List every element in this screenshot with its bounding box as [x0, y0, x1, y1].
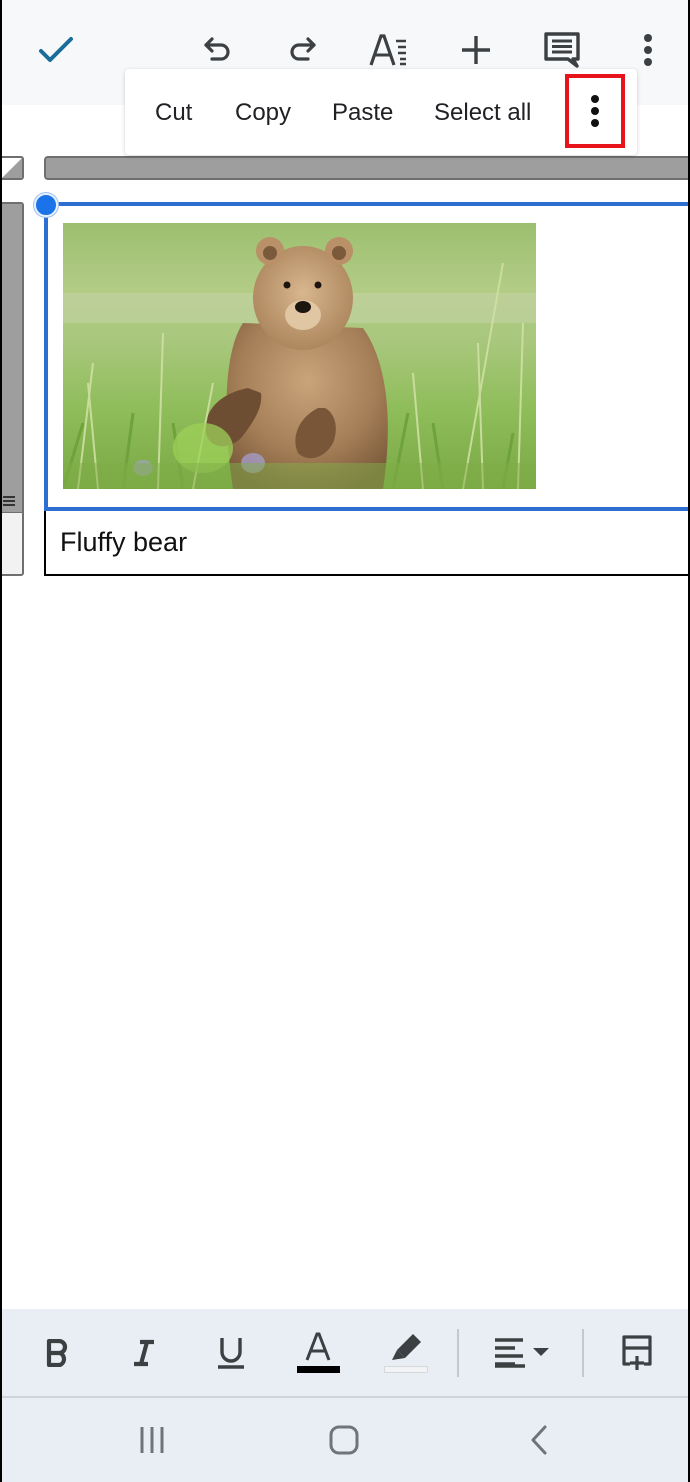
back-icon — [531, 1425, 547, 1455]
home-button[interactable] — [312, 1398, 376, 1482]
more-vert-icon — [644, 34, 652, 66]
more-options-button[interactable] — [630, 26, 666, 74]
text-color-icon — [305, 1332, 331, 1361]
align-dropdown-button[interactable] — [487, 1309, 557, 1396]
text-format-button[interactable] — [364, 26, 412, 74]
highlighter-icon — [392, 1334, 421, 1360]
bear-image[interactable] — [63, 223, 536, 489]
insert-table-row-button[interactable] — [610, 1309, 664, 1396]
row-resize-region — [2, 204, 22, 513]
formatting-toolbar — [2, 1309, 688, 1398]
toolbar-divider — [582, 1329, 584, 1377]
underline-button[interactable] — [205, 1309, 257, 1396]
table-insert-icon — [622, 1334, 652, 1370]
insert-button[interactable] — [452, 26, 500, 74]
toolbar-divider — [457, 1329, 459, 1377]
menu-item-copy[interactable]: Copy — [235, 69, 291, 155]
recents-button[interactable] — [120, 1398, 184, 1482]
align-left-icon — [495, 1337, 549, 1368]
recents-icon — [140, 1427, 164, 1453]
undo-icon — [204, 37, 230, 61]
menu-item-paste[interactable]: Paste — [332, 69, 393, 155]
vertical-ruler[interactable] — [2, 202, 24, 576]
bold-button[interactable] — [32, 1309, 84, 1396]
home-icon — [329, 1425, 359, 1455]
italic-button[interactable] — [118, 1309, 170, 1396]
text-color-button[interactable] — [292, 1309, 344, 1396]
undo-button[interactable] — [194, 26, 242, 74]
selection-handle[interactable] — [34, 193, 58, 217]
selection-context-menu: Cut Copy Paste Select all — [125, 69, 637, 155]
ruler-corner — [2, 156, 24, 180]
menu-item-select-all[interactable]: Select all — [434, 69, 531, 155]
plus-icon — [462, 36, 490, 64]
back-button[interactable] — [507, 1398, 571, 1482]
bear-photo-illustration — [63, 223, 536, 489]
done-button[interactable] — [32, 26, 80, 74]
more-vert-icon — [591, 95, 599, 127]
check-icon — [39, 37, 73, 62]
screen: Fluffy bear Cut Copy Paste Select all — [0, 0, 690, 1482]
bold-icon — [46, 1338, 68, 1367]
comment-icon — [544, 32, 580, 68]
text-color-swatch — [296, 1366, 340, 1373]
italic-icon — [134, 1339, 154, 1366]
text-format-icon — [369, 34, 406, 66]
redo-icon — [290, 37, 316, 61]
highlight-color-swatch — [384, 1366, 428, 1373]
row-drag-handle-icon[interactable] — [3, 496, 15, 506]
caption-text[interactable]: Fluffy bear — [60, 527, 187, 558]
menu-item-cut[interactable]: Cut — [155, 69, 192, 155]
context-menu-more-button[interactable] — [565, 74, 625, 148]
underline-icon — [218, 1337, 244, 1369]
horizontal-ruler[interactable] — [44, 156, 688, 180]
highlight-button[interactable] — [380, 1309, 432, 1396]
system-navigation-bar — [2, 1398, 688, 1482]
caption-cell[interactable]: Fluffy bear — [44, 511, 688, 576]
redo-button[interactable] — [278, 26, 326, 74]
